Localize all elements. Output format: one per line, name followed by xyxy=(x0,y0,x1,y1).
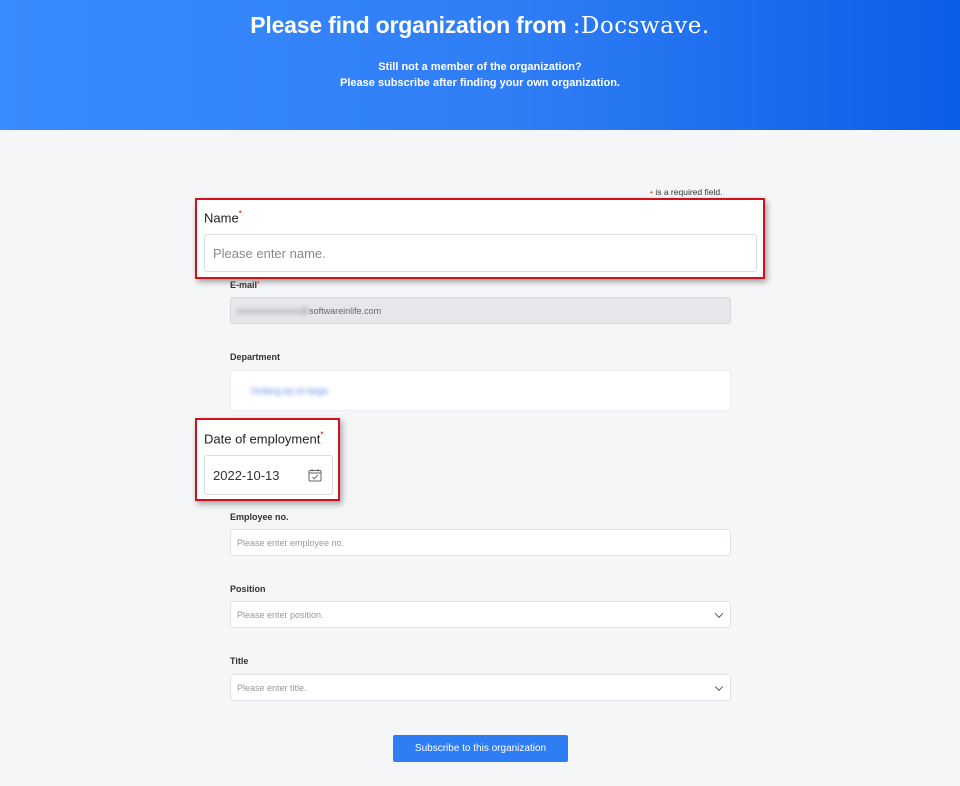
date-of-employment-label: Date of employment• xyxy=(204,428,324,447)
required-field-note: • is a required field. xyxy=(650,187,722,197)
chevron-down-icon xyxy=(714,609,724,618)
title-placeholder: Please enter title. xyxy=(237,682,307,693)
position-label: Position xyxy=(230,584,266,594)
docswave-logo: :Docswave. xyxy=(572,13,710,39)
name-field-highlight: Name• Please enter name. xyxy=(195,198,765,279)
subscribe-button[interactable]: Subscribe to this organization xyxy=(393,735,568,762)
position-select[interactable]: Please enter position. xyxy=(230,601,731,628)
date-of-employment-input[interactable]: 2022-10-13 xyxy=(204,455,333,495)
date-value: 2022-10-13 xyxy=(213,467,280,483)
title-select[interactable]: Please enter title. xyxy=(230,674,731,701)
email-label: E-mail• xyxy=(230,280,260,290)
date-of-employment-highlight: Date of employment• 2022-10-13 xyxy=(195,418,340,501)
hero-subtitle-line-1: Still not a member of the organization? xyxy=(378,61,582,73)
hero-subtitle-line-2: Please subscribe after finding your own … xyxy=(340,77,620,89)
email-domain: softwareinlife.com xyxy=(309,305,382,316)
title-label: Title xyxy=(230,656,249,666)
hero-banner: Please find organization from :Docswave.… xyxy=(0,0,960,130)
hero-subtitle: Still not a member of the organization? … xyxy=(0,59,960,91)
department-label: Department xyxy=(230,352,281,362)
chevron-down-icon xyxy=(714,682,724,691)
required-note-text: is a required field. xyxy=(652,187,723,197)
hero-title: Please find organization from :Docswave. xyxy=(0,12,960,39)
required-dot: • xyxy=(257,280,260,287)
department-field[interactable]: Ordeng tej ch ttega xyxy=(230,370,731,411)
email-field: xxxxxxxxxxxxxx@ softwareinlife.com xyxy=(230,297,731,324)
employee-no-input[interactable]: Please enter employee no. xyxy=(230,529,731,556)
hero-title-text: Please find organization from xyxy=(250,12,573,38)
employee-no-label: Employee no. xyxy=(230,512,289,522)
calendar-check-icon[interactable] xyxy=(308,468,322,482)
email-local-part: xxxxxxxxxxxxxx@ xyxy=(237,305,310,316)
department-value: Ordeng tej ch ttega xyxy=(251,385,328,396)
position-placeholder: Please enter position. xyxy=(237,609,324,620)
name-input-placeholder: Please enter name. xyxy=(213,245,326,261)
name-label: Name• xyxy=(204,207,242,226)
required-dot: • xyxy=(320,428,324,438)
employee-no-placeholder: Please enter employee no. xyxy=(237,537,345,548)
name-input[interactable]: Please enter name. xyxy=(204,234,757,272)
required-dot: • xyxy=(238,207,242,217)
